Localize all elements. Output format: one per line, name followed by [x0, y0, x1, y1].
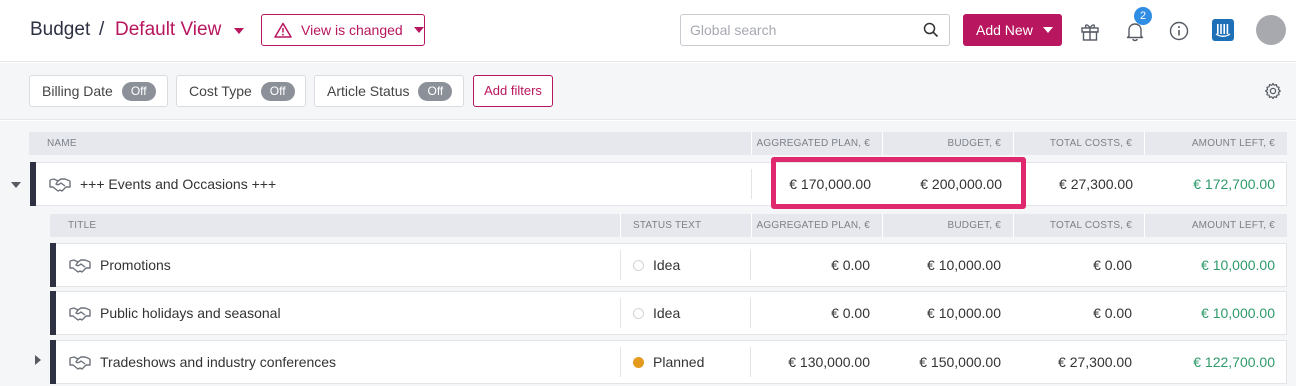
add-filters-button[interactable]: Add filters: [473, 75, 553, 107]
column-header-aggregated-plan[interactable]: AGGREGATED PLAN, €: [751, 214, 882, 237]
search-icon[interactable]: [923, 22, 939, 38]
column-header-budget[interactable]: BUDGET, €: [882, 214, 1013, 237]
column-header-budget[interactable]: BUDGET, €: [882, 132, 1013, 155]
filter-billing-date[interactable]: Billing Date Off: [29, 75, 168, 107]
cell-total-costs: € 0.00: [1093, 305, 1132, 321]
cell-amount-left: € 10,000.00: [1201, 305, 1275, 321]
column-header-total-costs[interactable]: TOTAL COSTS, €: [1013, 132, 1144, 155]
cell-amount-left: € 10,000.00: [1201, 257, 1275, 273]
table-row[interactable]: Promotions Idea € 0.00 € 10,000.00 € 0.0…: [50, 243, 1287, 287]
chevron-down-icon: [1042, 27, 1053, 33]
handshake-icon: [69, 259, 91, 273]
view-changed-button[interactable]: View is changed: [261, 14, 425, 46]
row-name: +++ Events and Occasions +++: [80, 176, 277, 192]
table-row[interactable]: +++ Events and Occasions +++ € 170,000.0…: [30, 162, 1287, 206]
cell-aggregated-plan: € 0.00: [831, 305, 870, 321]
cell-total-costs: € 27,300.00: [1058, 354, 1132, 370]
status-badge: Planned: [633, 341, 704, 383]
app-header: Budget / Default View View is changed Ad…: [0, 0, 1296, 62]
status-badge: Idea: [633, 244, 680, 286]
cell-total-costs: € 27,300.00: [1059, 176, 1133, 192]
filter-label: Article Status: [327, 83, 410, 99]
cell-budget: € 150,000.00: [919, 354, 1001, 370]
app-icon[interactable]: [1212, 19, 1234, 41]
cell-budget: € 10,000.00: [927, 305, 1001, 321]
column-header-aggregated-plan[interactable]: AGGREGATED PLAN, €: [751, 132, 882, 155]
filter-article-status[interactable]: Article Status Off: [314, 75, 464, 107]
cell-budget: € 200,000.00: [920, 176, 1002, 192]
filter-toggle[interactable]: Off: [418, 81, 453, 101]
cell-aggregated-plan: € 170,000.00: [789, 176, 871, 192]
gear-icon[interactable]: [1264, 82, 1282, 100]
cell-total-costs: € 0.00: [1093, 257, 1132, 273]
table-row[interactable]: Public holidays and seasonal Idea € 0.00…: [50, 291, 1287, 335]
avatar[interactable]: [1256, 15, 1286, 45]
handshake-icon: [69, 356, 91, 370]
handshake-icon: [69, 307, 91, 321]
column-header-amount-left[interactable]: AMOUNT LEFT, €: [1144, 132, 1287, 155]
filter-cost-type[interactable]: Cost Type Off: [176, 75, 306, 107]
search-input[interactable]: [681, 15, 911, 45]
cell-budget: € 10,000.00: [927, 257, 1001, 273]
status-dot-icon: [633, 307, 644, 319]
filter-label: Cost Type: [189, 83, 252, 99]
collapse-toggle-icon[interactable]: [11, 182, 21, 188]
row-indicator: [50, 340, 56, 384]
global-search: [680, 14, 950, 46]
add-new-label: Add New: [976, 22, 1033, 38]
status-badge: Idea: [633, 292, 680, 334]
sub-table-header: TITLE STATUS TEXT AGGREGATED PLAN, € BUD…: [50, 214, 1287, 237]
status-dot-icon: [633, 259, 644, 271]
view-changed-label: View is changed: [301, 22, 403, 38]
status-text: Idea: [653, 305, 681, 321]
filter-toggle[interactable]: Off: [121, 81, 156, 101]
column-header-name[interactable]: NAME: [29, 132, 751, 155]
chevron-down-icon[interactable]: [234, 28, 244, 34]
add-new-button[interactable]: Add New: [963, 14, 1062, 46]
breadcrumb-separator: /: [99, 19, 105, 40]
chevron-down-icon: [413, 27, 424, 33]
column-header-total-costs[interactable]: TOTAL COSTS, €: [1013, 214, 1144, 237]
cell-divider: [620, 298, 621, 328]
status-text: Idea: [653, 257, 681, 273]
column-header-amount-left[interactable]: AMOUNT LEFT, €: [1144, 214, 1287, 237]
row-title: Tradeshows and industry conferences: [100, 354, 337, 370]
row-indicator: [50, 291, 56, 335]
cell-aggregated-plan: € 0.00: [831, 257, 870, 273]
table-row[interactable]: Tradeshows and industry conferences Plan…: [50, 340, 1287, 384]
status-text: Planned: [653, 354, 705, 370]
info-icon[interactable]: [1168, 20, 1190, 42]
filter-bar: Billing Date Off Cost Type Off Article S…: [0, 63, 1296, 120]
notification-badge: 2: [1134, 7, 1152, 25]
cell-amount-left: € 172,700.00: [1193, 176, 1275, 192]
row-title: Promotions: [100, 257, 171, 273]
cell-divider: [620, 347, 621, 377]
cell-aggregated-plan: € 130,000.00: [788, 354, 870, 370]
breadcrumb-root[interactable]: Budget: [30, 19, 90, 41]
row-title: Public holidays and seasonal: [100, 305, 281, 321]
filter-label: Billing Date: [42, 83, 113, 99]
row-indicator: [50, 243, 56, 287]
cell-divider: [620, 250, 621, 280]
handshake-icon: [49, 178, 71, 192]
filter-toggle[interactable]: Off: [260, 81, 295, 101]
cell-amount-left: € 122,700.00: [1193, 354, 1275, 370]
view-selector[interactable]: Default View: [115, 19, 221, 41]
column-header-status-text[interactable]: STATUS TEXT: [620, 214, 751, 237]
column-header-title[interactable]: TITLE: [50, 214, 620, 237]
expand-toggle-icon[interactable]: [35, 355, 41, 365]
warning-icon: [274, 22, 292, 38]
status-dot-icon: [633, 356, 644, 368]
gift-icon[interactable]: [1079, 20, 1101, 42]
row-indicator: [30, 162, 36, 206]
table-header: NAME AGGREGATED PLAN, € BUDGET, € TOTAL …: [29, 132, 1287, 155]
